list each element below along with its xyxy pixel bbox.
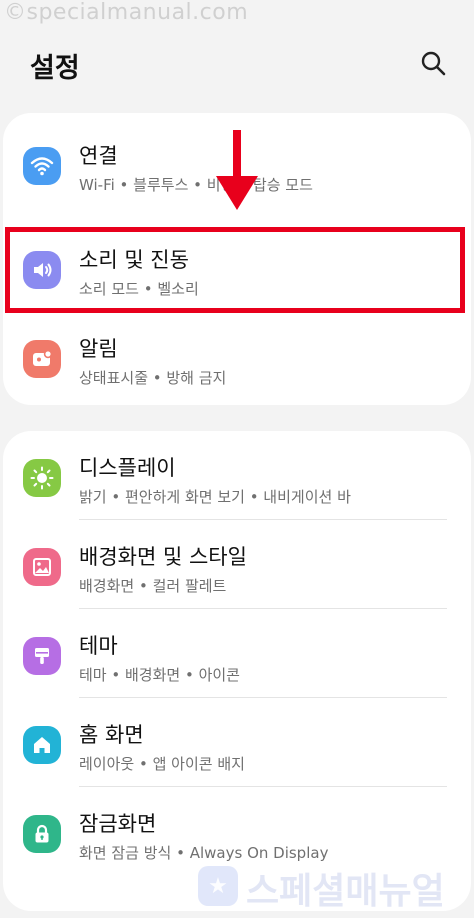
settings-item-subtitle: 레이아웃 • 앱 아이콘 배지 (79, 755, 245, 773)
settings-item-title: 디스플레이 (79, 456, 176, 480)
star-icon: ★ (198, 866, 238, 906)
settings-item-title: 배경화면 및 스타일 (79, 545, 247, 569)
watermark-text: 스페셜매뉴얼 (246, 871, 445, 912)
settings-group-2: 디스플레이 밝기 • 편안하게 화면 보기 • 내비게이션 바 배경화면 및 스… (3, 431, 471, 911)
settings-item-title: 잠금화면 (79, 812, 157, 836)
sun-icon (23, 459, 61, 497)
divider (79, 697, 447, 698)
settings-item-title: 연결 (79, 144, 118, 168)
page-title: 설정 (30, 53, 80, 84)
settings-item-display[interactable]: 디스플레이 밝기 • 편안하게 화면 보기 • 내비게이션 바 (3, 434, 471, 522)
lock-icon (23, 815, 61, 853)
watermark-bottom: ★ 스페셜매뉴얼 (198, 858, 468, 914)
settings-item-title: 알림 (79, 337, 118, 361)
brush-icon (23, 637, 61, 675)
settings-item-subtitle: 배경화면 • 컬러 팔레트 (79, 577, 227, 595)
settings-item-subtitle: 밝기 • 편안하게 화면 보기 • 내비게이션 바 (79, 488, 351, 506)
settings-item-title: 홈 화면 (79, 723, 144, 747)
settings-item-home-screen[interactable]: 홈 화면 레이아웃 • 앱 아이콘 배지 (3, 701, 471, 789)
settings-item-wallpaper[interactable]: 배경화면 및 스타일 배경화면 • 컬러 팔레트 (3, 523, 471, 611)
divider (79, 786, 447, 787)
settings-item-subtitle: 테마 • 배경화면 • 아이콘 (79, 666, 240, 684)
settings-item-themes[interactable]: 테마 테마 • 배경화면 • 아이콘 (3, 612, 471, 700)
notification-icon (23, 340, 61, 378)
settings-item-title: 테마 (79, 634, 118, 658)
arrow-down-icon (216, 130, 258, 210)
image-icon (23, 548, 61, 586)
settings-item-subtitle: Wi-Fi • 블루투스 • 비행기 탑승 모드 (79, 176, 313, 194)
settings-item-notifications[interactable]: 알림 상태표시줄 • 방해 금지 (3, 315, 471, 403)
wifi-icon (23, 147, 61, 185)
search-icon (421, 51, 446, 76)
header: 설정 (0, 0, 474, 110)
search-button[interactable] (418, 48, 450, 80)
divider (79, 519, 447, 520)
highlight-box (5, 227, 465, 313)
settings-item-subtitle: 상태표시줄 • 방해 금지 (79, 369, 227, 387)
home-icon (23, 726, 61, 764)
divider (79, 608, 447, 609)
